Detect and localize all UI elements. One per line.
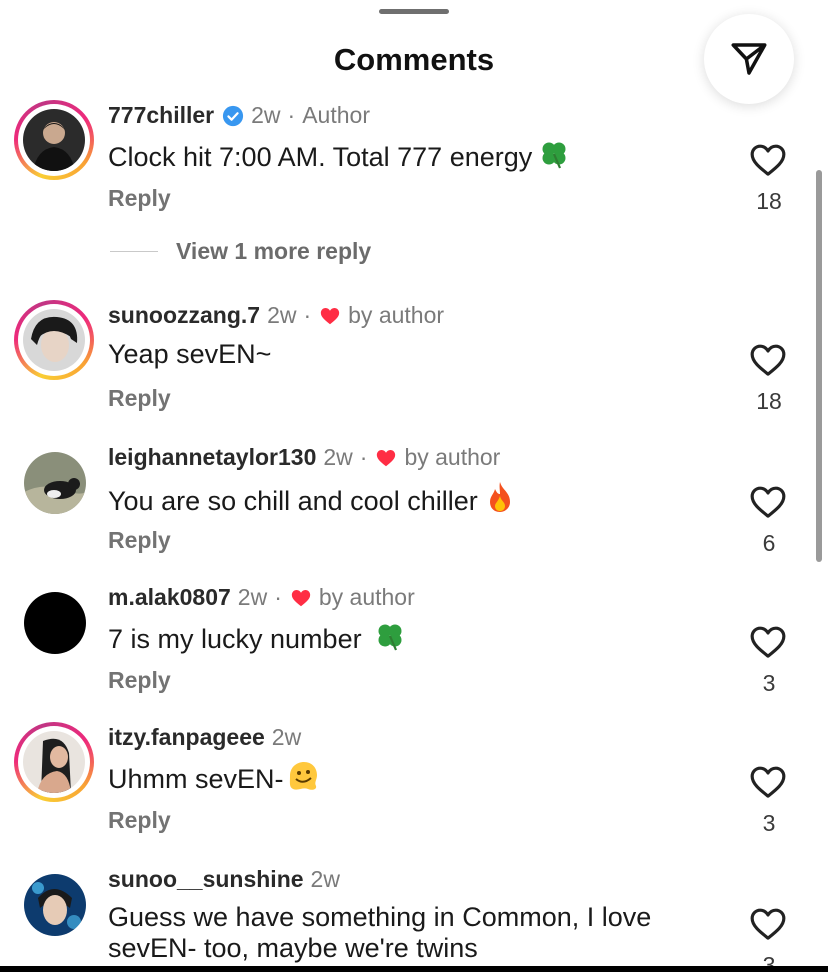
avatar[interactable] bbox=[14, 442, 94, 522]
author-tag: Author bbox=[302, 102, 370, 128]
reply-button[interactable]: Reply bbox=[108, 667, 171, 694]
comment-text: You are so chill and cool chiller bbox=[108, 480, 516, 517]
liked-by-author-tag: by author bbox=[318, 584, 415, 610]
comment-text: Guess we have something in Common, I lov… bbox=[108, 902, 718, 964]
avatar[interactable] bbox=[14, 300, 94, 380]
timestamp: 2w bbox=[323, 444, 353, 470]
username[interactable]: itzy.fanpageee bbox=[108, 724, 265, 751]
comment-text-content: Yeap sevEN~ bbox=[108, 339, 272, 369]
paper-plane-icon bbox=[731, 43, 767, 75]
timestamp: 2w bbox=[251, 102, 281, 128]
reply-button[interactable]: Reply bbox=[108, 385, 171, 412]
comment-item: m.alak0807 2w · by author 7 is my lucky … bbox=[0, 582, 828, 712]
avatar-image bbox=[24, 874, 86, 936]
comment-meta: sunoozzang.7 2w · by author bbox=[108, 302, 444, 329]
heart-outline-icon[interactable] bbox=[748, 340, 788, 380]
heart-filled-icon bbox=[291, 589, 311, 606]
like-count: 18 bbox=[756, 188, 782, 214]
username[interactable]: 777chiller bbox=[108, 102, 214, 129]
timestamp: 2w bbox=[271, 724, 302, 750]
reply-button[interactable]: Reply bbox=[108, 185, 171, 212]
like-count: 3 bbox=[762, 810, 776, 836]
view-more-label[interactable]: View 1 more reply bbox=[176, 238, 371, 265]
comment-meta: itzy.fanpageee 2w bbox=[108, 724, 301, 751]
like-count: 18 bbox=[756, 388, 782, 414]
avatar[interactable] bbox=[14, 722, 94, 802]
username[interactable]: sunoozzang.7 bbox=[108, 302, 260, 329]
comment-text-content: 7 is my lucky number bbox=[108, 624, 362, 654]
melting-face-icon bbox=[289, 762, 317, 790]
comment-text: 7 is my lucky number bbox=[108, 620, 406, 655]
four-leaf-clover-icon bbox=[378, 624, 402, 651]
avatar[interactable] bbox=[14, 864, 94, 944]
reply-button[interactable]: Reply bbox=[108, 807, 171, 834]
comment-meta: sunoo__sunshine 2w bbox=[108, 866, 340, 893]
heart-outline-icon[interactable] bbox=[748, 482, 788, 522]
verified-badge-icon bbox=[223, 105, 244, 126]
like-count: 3 bbox=[762, 670, 776, 696]
username[interactable]: m.alak0807 bbox=[108, 584, 231, 611]
comment-text-content: Uhmm sevEN- bbox=[108, 764, 284, 794]
separator: · bbox=[287, 102, 296, 128]
heart-outline-icon[interactable] bbox=[748, 904, 788, 944]
comment-text: Uhmm sevEN- bbox=[108, 760, 320, 795]
avatar-image bbox=[23, 109, 85, 171]
comment-text-content: You are so chill and cool chiller bbox=[108, 486, 478, 516]
username[interactable]: leighannetaylor130 bbox=[108, 444, 316, 471]
comment-item: itzy.fanpageee 2w Uhmm sevEN- Reply 3 bbox=[0, 722, 828, 852]
separator: · bbox=[359, 444, 368, 470]
heart-filled-icon bbox=[377, 449, 396, 466]
heart-outline-icon[interactable] bbox=[748, 622, 788, 662]
divider bbox=[110, 251, 158, 252]
timestamp: 2w bbox=[237, 584, 268, 610]
avatar[interactable] bbox=[14, 582, 94, 662]
comment-item: 777chiller 2w · Author Clock hit 7:00 AM… bbox=[0, 100, 828, 230]
avatar-image bbox=[24, 452, 86, 514]
separator: · bbox=[274, 584, 282, 610]
comment-text-content: Guess we have something in Common, I lov… bbox=[108, 902, 652, 963]
timestamp: 2w bbox=[310, 866, 340, 892]
liked-by-author-tag: by author bbox=[404, 444, 501, 470]
reply-button[interactable]: Reply bbox=[108, 527, 171, 554]
fire-icon bbox=[489, 482, 510, 512]
username[interactable]: sunoo__sunshine bbox=[108, 866, 304, 893]
heart-filled-icon bbox=[320, 307, 340, 324]
comment-text: Yeap sevEN~ bbox=[108, 338, 271, 370]
timestamp: 2w bbox=[267, 302, 297, 328]
comment-item: leighannetaylor130 2w · by author You ar… bbox=[0, 442, 828, 572]
view-more-replies[interactable]: View 1 more reply bbox=[110, 238, 371, 265]
comment-item: sunoozzang.7 2w · by author Yeap sevEN~ … bbox=[0, 300, 828, 430]
share-button[interactable] bbox=[704, 14, 794, 104]
heart-outline-icon[interactable] bbox=[748, 140, 788, 180]
comment-item: sunoo__sunshine 2w Guess we have somethi… bbox=[0, 864, 828, 972]
avatar[interactable] bbox=[14, 100, 94, 180]
four-leaf-clover-icon bbox=[542, 142, 566, 169]
comment-text: Clock hit 7:00 AM. Total 777 energy bbox=[108, 138, 570, 173]
avatar-image bbox=[24, 592, 86, 654]
avatar-image bbox=[23, 309, 85, 371]
comment-meta: m.alak0807 2w · by author bbox=[108, 584, 415, 611]
bottom-edge bbox=[0, 966, 828, 972]
separator: · bbox=[303, 302, 312, 328]
comment-meta: leighannetaylor130 2w · by author bbox=[108, 444, 500, 471]
drag-handle[interactable] bbox=[379, 9, 449, 14]
avatar-image bbox=[23, 731, 85, 793]
like-count: 6 bbox=[762, 530, 776, 556]
comment-text-content: Clock hit 7:00 AM. Total 777 energy bbox=[108, 142, 533, 172]
liked-by-author-tag: by author bbox=[348, 302, 445, 328]
comment-meta: 777chiller 2w · Author bbox=[108, 102, 370, 129]
heart-outline-icon[interactable] bbox=[748, 762, 788, 802]
